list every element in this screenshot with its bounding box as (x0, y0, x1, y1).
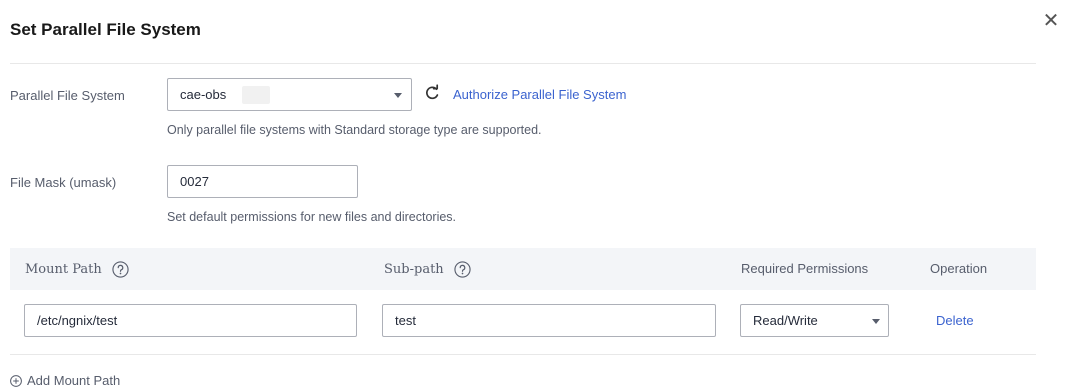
add-mount-path-button[interactable]: Add Mount Path (10, 373, 120, 388)
redacted-mask (242, 86, 270, 104)
set-pfs-dialog: Set Parallel File System ✕ Parallel File… (0, 0, 1066, 392)
umask-label: File Mask (umask) (10, 175, 117, 190)
refresh-icon[interactable] (424, 84, 440, 102)
mount-path-input[interactable] (24, 304, 357, 337)
authorize-pfs-link[interactable]: Authorize Parallel File System (453, 87, 626, 102)
column-required-permissions: Required Permissions (741, 261, 869, 276)
column-mount-path: Mount Path (25, 261, 129, 278)
pfs-select[interactable]: cae-obs (167, 78, 412, 111)
close-icon[interactable]: ✕ (1042, 11, 1060, 31)
question-circle-icon[interactable] (454, 261, 471, 278)
pfs-hint: Only parallel file systems with Standard… (167, 123, 542, 137)
column-sub-path: Sub-path (384, 261, 471, 278)
umask-input[interactable] (167, 165, 358, 198)
pfs-select-value: cae-obs (180, 87, 227, 102)
question-circle-icon[interactable] (112, 261, 129, 278)
mount-table-header: Mount Path Sub-path Required Permissions… (10, 248, 1036, 290)
umask-hint: Set default permissions for new files an… (167, 210, 457, 224)
delete-row-link[interactable]: Delete (936, 313, 974, 328)
chevron-down-icon (394, 93, 402, 98)
sub-path-input[interactable] (382, 304, 716, 337)
row-divider (10, 354, 1036, 355)
permission-select-value: Read/Write (753, 313, 818, 328)
header-divider (10, 63, 1036, 64)
pfs-label: Parallel File System (10, 88, 125, 103)
plus-circle-icon (10, 374, 22, 387)
chevron-down-icon (872, 319, 880, 324)
permission-select[interactable]: Read/Write (740, 304, 889, 337)
column-operation: Operation (930, 261, 988, 276)
dialog-title: Set Parallel File System (10, 20, 201, 39)
add-mount-path-label: Add Mount Path (27, 373, 121, 388)
